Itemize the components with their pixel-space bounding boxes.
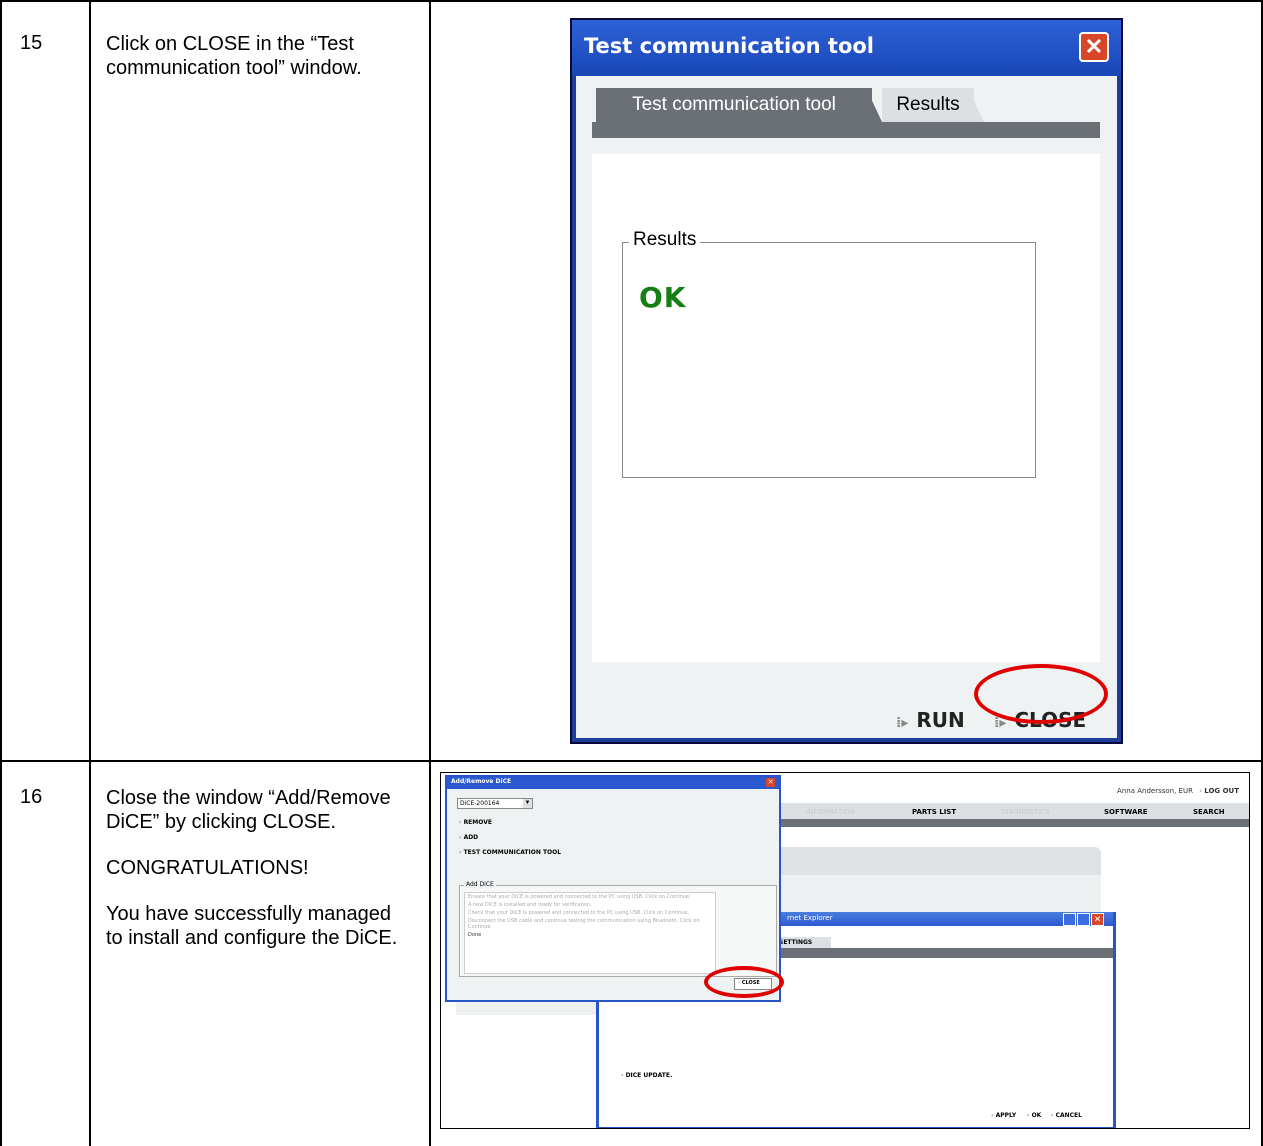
- log-box: Ensure that your DiCE is powered and con…: [464, 892, 716, 974]
- test-communication-window: Test communication tool ✕ Test communica…: [570, 18, 1123, 744]
- window-body: Test communication tool Results Results …: [576, 76, 1117, 738]
- log-line: Done: [468, 932, 482, 938]
- table-border-top: [0, 0, 1263, 2]
- maximize-icon[interactable]: [1077, 913, 1090, 926]
- tab-settings[interactable]: SETTINGS: [779, 939, 812, 946]
- tab-strip: Test communication tool Results: [592, 88, 1100, 140]
- step-text: Click on CLOSE in the “Test communicatio…: [106, 33, 362, 79]
- results-legend: Results: [629, 229, 701, 251]
- step-instruction: Close the window “Add/Remove DiCE” by cl…: [106, 786, 406, 972]
- highlight-ellipse: [974, 664, 1108, 724]
- congratulations-text: CONGRATULATIONS!: [106, 857, 309, 879]
- close-icon[interactable]: ✕: [1079, 32, 1109, 62]
- log-line: Ensure that your DiCE is powered and con…: [468, 894, 691, 900]
- content-panel: Results OK: [592, 154, 1100, 662]
- success-text: You have successfully managed to install…: [106, 903, 398, 949]
- tab-results[interactable]: Results: [882, 88, 974, 122]
- nav-item[interactable]: PARTS LIST: [912, 808, 956, 816]
- cancel-button[interactable]: › CANCEL: [1051, 1112, 1082, 1119]
- cancel-label: CANCEL: [1055, 1112, 1082, 1119]
- test-communication-label: TEST COMMUNICATION TOOL: [463, 849, 562, 856]
- nav-shadow: [781, 819, 1249, 827]
- dice-select-value: DiCE-200164: [460, 800, 500, 807]
- tab-bar: [592, 122, 1100, 138]
- remove-action[interactable]: › REMOVE: [459, 819, 492, 826]
- ie-title: rnet Explorer: [787, 914, 833, 922]
- run-label: RUN: [916, 708, 965, 732]
- step-instruction: Click on CLOSE in the “Test communicatio…: [106, 32, 406, 102]
- remove-label: REMOVE: [463, 819, 492, 826]
- logout-link[interactable]: LOG OUT: [1204, 787, 1239, 795]
- ok-label: OK: [1031, 1112, 1042, 1119]
- tab-test-communication[interactable]: Test communication tool: [596, 88, 872, 122]
- settings-tab-bar: [775, 948, 1113, 958]
- window-title: Test communication tool: [584, 34, 875, 58]
- close-icon[interactable]: ✕: [766, 778, 775, 787]
- table-col-divider-2: [429, 0, 431, 1146]
- add-label: ADD: [463, 834, 479, 841]
- log-line: Disconnect the USB cable and continue te…: [468, 918, 700, 930]
- user-info: Anna Andersson, EUR › LOG OUT: [1117, 787, 1239, 795]
- nav-item[interactable]: SOFTWARE: [1104, 808, 1148, 816]
- title-bar: Test communication tool ✕: [572, 20, 1121, 76]
- step-number: 16: [20, 786, 43, 808]
- apply-label: APPLY: [995, 1112, 1017, 1119]
- table-border-middle: [0, 760, 1263, 762]
- dice-select[interactable]: DiCE-200164 ▼: [457, 798, 533, 809]
- nav-item[interactable]: SEARCH: [1193, 808, 1225, 816]
- add-remove-dice-screenshot: Anna Andersson, EUR › LOG OUT INFORMATIO…: [440, 772, 1250, 1129]
- add-action[interactable]: › ADD: [459, 834, 478, 841]
- user-name: Anna Andersson, EUR: [1117, 787, 1193, 795]
- step-number: 15: [20, 32, 43, 54]
- add-dice-group: Add DiCE Ensure that your DiCE is powere…: [459, 881, 777, 977]
- nav-item[interactable]: DIAGNOSTICS: [1001, 808, 1049, 816]
- result-status: OK: [639, 281, 687, 314]
- log-line: A new DiCE is installed and ready for ve…: [468, 902, 592, 908]
- minimize-icon[interactable]: [1063, 913, 1076, 926]
- nav-item[interactable]: INFORMATION: [806, 808, 855, 816]
- log-line: Check that your DiCE is powered and conn…: [468, 910, 689, 916]
- close-icon[interactable]: ✕: [1091, 913, 1104, 926]
- dice-update-label: DICE UPDATE.: [625, 1072, 673, 1079]
- table-border-left: [0, 0, 2, 1146]
- dice-update-link[interactable]: › DICE UPDATE.: [621, 1072, 672, 1079]
- run-button[interactable]: ⁞▸ RUN: [896, 708, 965, 732]
- apply-button[interactable]: › APPLY: [991, 1112, 1016, 1119]
- chevron-down-icon[interactable]: ▼: [523, 799, 532, 808]
- arrow-icon: ›: [1199, 787, 1202, 795]
- dialog-title: Add/Remove DiCE: [451, 778, 512, 785]
- test-communication-action[interactable]: › TEST COMMUNICATION TOOL: [459, 849, 561, 856]
- ok-button[interactable]: › OK: [1027, 1112, 1041, 1119]
- results-group: Results OK: [622, 229, 1036, 478]
- arrow-icon: ⁞▸: [896, 715, 909, 731]
- step-text: Close the window “Add/Remove DiCE” by cl…: [106, 787, 391, 833]
- table-col-divider-1: [89, 0, 91, 1146]
- add-dice-legend: Add DiCE: [464, 881, 496, 888]
- highlight-ellipse: [704, 966, 784, 998]
